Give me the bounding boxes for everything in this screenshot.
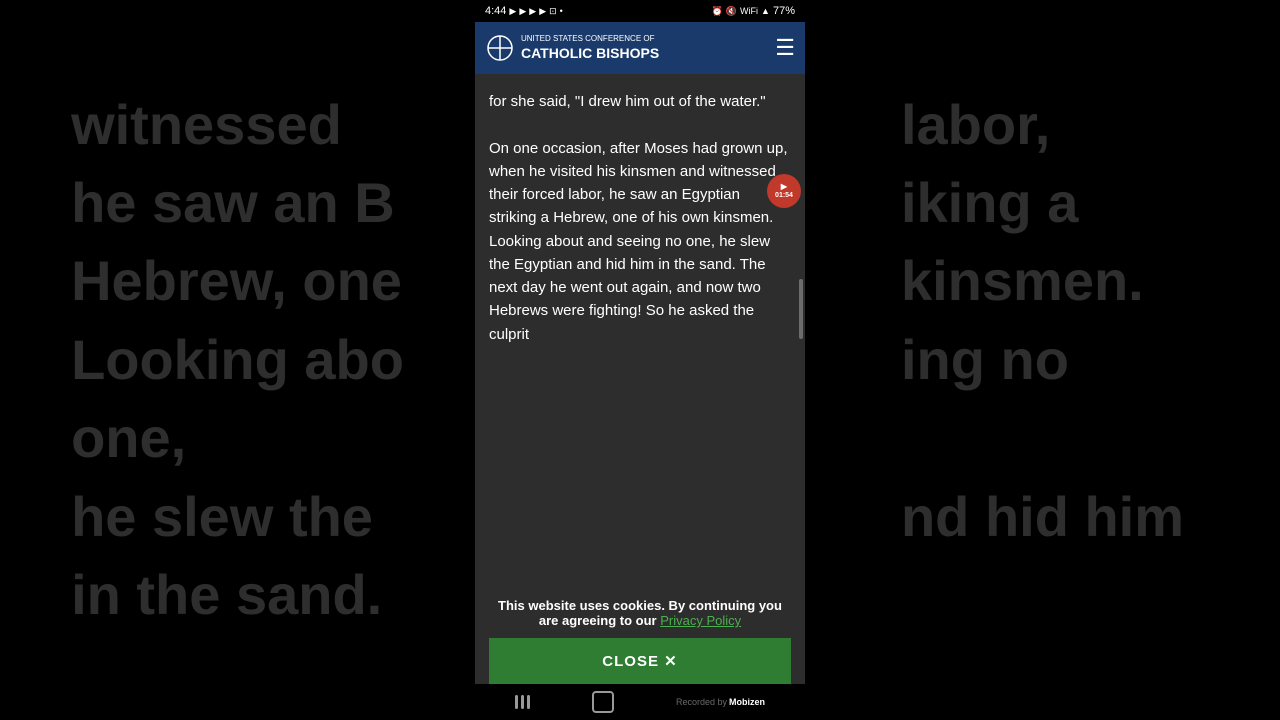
org-logo: UNITED STATES CONFERENCE OF CATHOLIC BIS… [485,33,659,63]
recorded-text: Recorded by [676,697,727,707]
nav-indicator-3 [527,695,530,709]
cookie-banner: This website uses cookies. By continuing… [475,586,805,684]
nav-dots [515,695,530,709]
dot-icon: • [560,6,563,16]
org-name-text: UNITED STATES CONFERENCE OF CATHOLIC BIS… [521,34,659,63]
hamburger-menu-button[interactable]: ☰ [775,35,795,61]
nav-indicator-1 [515,695,518,709]
scripture-paragraph-2: On one occasion, after Moses had grown u… [489,137,791,346]
home-button[interactable] [592,691,614,713]
timer-value: 01:54 [775,192,793,200]
org-line2: CATHOLIC BISHOPS [521,44,659,62]
scripture-paragraph-1: for she said, "I drew him out of the wat… [489,90,791,113]
close-button[interactable]: CLOSE ✕ [489,638,791,684]
scrollbar[interactable] [799,279,803,339]
youtube-icon-1: ▶ [509,6,516,17]
status-bar-left: 4:44 ▶ ▶ ▶ ▶ ⊡ • [485,5,563,17]
org-line1: UNITED STATES CONFERENCE OF [521,34,659,44]
scripture-content[interactable]: for she said, "I drew him out of the wat… [475,74,805,586]
left-bg-text: witnessed he saw an B Hebrew, one Lookin… [51,66,424,655]
time-display: 4:44 [485,5,506,17]
signal-icon: ▲ [761,6,770,16]
battery-display: 77% [773,5,795,17]
bottom-bar: Recorded by Mobizen [475,684,805,720]
nav-indicator-2 [521,695,524,709]
status-bar-right: ⏰ 🔇 WiFi ▲ 77% [712,5,795,17]
phone-frame: 4:44 ▶ ▶ ▶ ▶ ⊡ • ⏰ 🔇 WiFi ▲ 77% [475,0,805,720]
cast-icon: ⊡ [549,6,557,17]
brand-text: Mobizen [729,697,765,707]
wifi-icon: WiFi [740,6,758,16]
right-background-panel: labor, iking a kinsmen. ing no nd hid hi… [805,0,1280,720]
bottom-controls [592,691,614,713]
youtube-icon-2: ▶ [519,6,526,17]
usccb-logo-icon [485,33,515,63]
alarm-icon: ⏰ [712,6,723,17]
nav-bar: UNITED STATES CONFERENCE OF CATHOLIC BIS… [475,22,805,74]
privacy-policy-link[interactable]: Privacy Policy [660,613,741,628]
youtube-icon-3: ▶ [529,6,536,17]
youtube-icon-4: ▶ [539,6,546,17]
scripture-text: for she said, "I drew him out of the wat… [489,90,791,346]
play-icon-small: ▶ [781,183,787,192]
timer-badge: ▶ 01:54 [767,174,801,208]
status-bar: 4:44 ▶ ▶ ▶ ▶ ⊡ • ⏰ 🔇 WiFi ▲ 77% [475,0,805,22]
right-bg-text: labor, iking a kinsmen. ing no nd hid hi… [881,66,1204,655]
left-background-panel: witnessed he saw an B Hebrew, one Lookin… [0,0,475,720]
cookie-message: This website uses cookies. By continuing… [489,598,791,628]
recorded-by-label: Recorded by Mobizen [676,697,765,707]
mute-icon: 🔇 [726,6,737,17]
